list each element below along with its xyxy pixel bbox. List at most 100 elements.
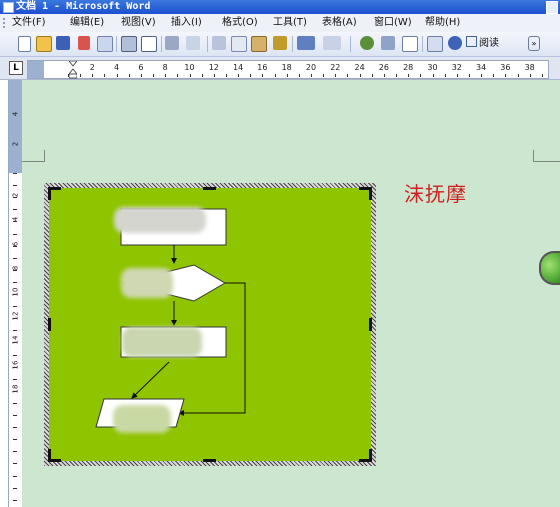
v-ruler-tick (13, 233, 17, 235)
word-app-icon[interactable] (3, 2, 14, 13)
h-ruler-number: 34 (476, 63, 487, 72)
horizontal-ruler[interactable]: 2 4 6 8 10 12 14 16 18 20 22 24 26 28 30 32 34 36 38 (27, 60, 549, 79)
menu-table[interactable]: 表格(A) (322, 14, 357, 32)
menu-tools[interactable]: 工具(T) (273, 14, 307, 32)
v-ruler-tick (13, 306, 17, 308)
h-ruler-tick (347, 74, 349, 77)
window-control-button[interactable] (546, 1, 558, 14)
h-ruler-tick (116, 74, 118, 77)
read-label: 阅读 (479, 38, 499, 49)
resize-handle-left[interactable] (48, 318, 51, 331)
blurred-text (113, 405, 171, 433)
research-icon[interactable] (186, 36, 200, 50)
hyperlink-icon[interactable] (360, 36, 374, 50)
h-ruler-tick (359, 74, 361, 77)
h-ruler-tick (541, 74, 543, 77)
v-ruler-tick (13, 294, 17, 295)
title-bar: 文档 1 - Microsoft Word (0, 0, 560, 14)
resize-handle-bl[interactable] (48, 449, 51, 462)
undo-icon[interactable] (297, 36, 315, 50)
format-painter-icon[interactable] (273, 36, 287, 50)
horizontal-ruler-bar: L 2 4 6 8 10 12 14 16 18 20 22 24 26 28 30 32 34 36 38 (0, 57, 560, 80)
h-ruler-tick (383, 74, 385, 77)
menu-edit[interactable]: 编辑(E) (70, 14, 104, 32)
window-title: 文档 1 - Microsoft Word (16, 1, 151, 12)
h-ruler-tick (286, 74, 288, 77)
menu-window[interactable]: 窗口(W) (374, 14, 412, 32)
redo-icon[interactable] (323, 36, 341, 50)
h-ruler-tick (68, 74, 69, 77)
v-ruler-tick (13, 463, 17, 465)
help-icon[interactable] (448, 36, 462, 50)
h-ruler-number: 16 (257, 63, 268, 72)
permission-icon[interactable] (78, 36, 90, 50)
v-ruler-tick (13, 209, 17, 211)
copy-icon[interactable] (231, 36, 247, 52)
spelling-icon[interactable] (165, 36, 179, 50)
v-ruler-tick (13, 354, 17, 356)
v-ruler-number: 18 (11, 384, 20, 394)
h-ruler-tick (262, 74, 264, 77)
v-ruler-tick (13, 257, 17, 259)
new-doc-icon[interactable] (18, 36, 31, 52)
left-margin-area (28, 61, 44, 78)
h-ruler-number: 28 (403, 63, 414, 72)
menu-help[interactable]: 帮助(H) (425, 14, 460, 32)
h-ruler-number: 32 (451, 63, 462, 72)
blurred-text (121, 268, 173, 298)
menu-grip-handle[interactable] (3, 18, 7, 28)
insert-table-icon[interactable] (402, 36, 418, 52)
tables-borders-icon[interactable] (381, 36, 395, 50)
h-ruler-tick (92, 74, 94, 77)
open-icon[interactable] (36, 36, 52, 52)
paste-icon[interactable] (251, 36, 267, 52)
stamp-text: 沫抚摩 (404, 182, 467, 206)
h-ruler-number: 10 (184, 63, 195, 72)
read-icon (466, 36, 477, 47)
tab-selector[interactable]: L (9, 61, 23, 75)
resize-handle-top[interactable] (203, 187, 216, 190)
menu-insert[interactable]: 插入(I) (171, 14, 202, 32)
print-preview-icon[interactable] (141, 36, 157, 52)
h-ruler-number: 12 (208, 63, 219, 72)
resize-handle-right[interactable] (369, 318, 372, 331)
read-mode-button[interactable]: 阅读 (464, 36, 501, 51)
h-ruler-tick (140, 74, 142, 77)
print-icon[interactable] (121, 36, 137, 52)
resize-handle-tr[interactable] (369, 187, 372, 200)
h-ruler-number: 26 (378, 63, 389, 72)
h-ruler-tick (298, 74, 300, 77)
margin-corner-mark (22, 161, 44, 162)
drawing-icon[interactable] (427, 36, 443, 52)
h-ruler-number: 6 (138, 63, 144, 72)
h-ruler-tick (104, 74, 106, 77)
menu-format[interactable]: 格式(O) (222, 14, 258, 32)
vertical-ruler[interactable]: 4 2 2 4 6 8 10 12 14 16 18 (8, 80, 23, 507)
resize-handle-tl[interactable] (48, 187, 51, 200)
standard-toolbar: 阅读 » (0, 32, 560, 57)
flowchart (95, 208, 246, 428)
v-ruler-tick (13, 281, 17, 283)
v-ruler-tick (13, 197, 17, 199)
side-ball-icon[interactable] (539, 251, 560, 285)
resize-handle-br[interactable] (369, 449, 372, 462)
menu-view[interactable]: 视图(V) (121, 14, 156, 32)
save-icon[interactable] (56, 36, 70, 50)
indent-marker[interactable] (69, 61, 77, 79)
h-ruler-tick (213, 74, 215, 77)
drawing-canvas[interactable] (44, 183, 376, 466)
menu-file[interactable]: 文件(F) (12, 14, 46, 32)
cut-icon[interactable] (212, 36, 226, 50)
h-ruler-tick (335, 74, 337, 77)
email-icon[interactable] (97, 36, 113, 52)
h-ruler-number: 8 (162, 63, 168, 72)
h-ruler-tick (311, 74, 312, 77)
resize-handle-bottom[interactable] (203, 459, 216, 462)
v-ruler-tick (13, 342, 17, 344)
v-ruler-tick (13, 366, 17, 368)
toolbar-options-button[interactable]: » (528, 36, 540, 51)
arrow-process-to-io (131, 361, 170, 399)
h-ruler-number: 4 (114, 63, 120, 72)
v-ruler-tick (13, 475, 17, 477)
v-ruler-number: 10 (11, 287, 20, 297)
